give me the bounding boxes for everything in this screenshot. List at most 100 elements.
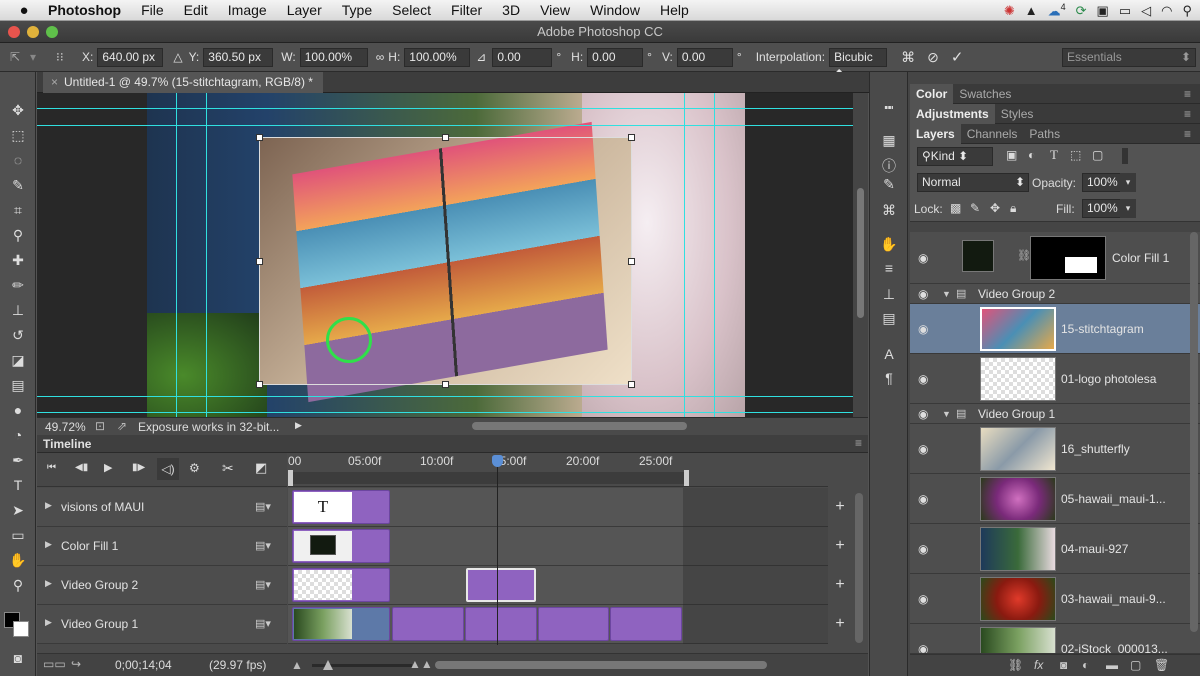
layer-row[interactable]: ◉ 03-hawaii_maui-9... [910, 574, 1200, 624]
relative-position-icon[interactable]: △ [173, 50, 182, 64]
type-tool-icon[interactable]: T [6, 475, 30, 495]
guide-horizontal[interactable] [37, 412, 853, 413]
visibility-eye-icon[interactable]: ◉ [918, 642, 928, 653]
color-panel-menu-icon[interactable]: ≡ [1178, 84, 1197, 104]
new-layer-icon[interactable]: ▢ [1130, 658, 1141, 672]
timeline-vertical-scroll-thumb[interactable] [855, 493, 863, 643]
filter-shape-layers-icon[interactable]: ⬚ [1070, 148, 1081, 162]
canvas-vertical-scrollbar[interactable] [853, 93, 868, 417]
guide-horizontal[interactable] [37, 125, 853, 126]
gradient-tool-icon[interactable]: ▤ [6, 375, 30, 395]
lock-all-icon[interactable]: 🔒︎ [1010, 201, 1016, 216]
split-at-playhead-icon[interactable]: ✂ [222, 460, 234, 477]
visibility-eye-icon[interactable]: ◉ [918, 492, 928, 506]
swatches-dock-icon[interactable]: ▤ [878, 310, 900, 330]
chat-icon[interactable]: ▣ [1097, 3, 1109, 19]
tool-presets-icon[interactable]: ⌘ [878, 202, 900, 222]
guide-vertical[interactable] [206, 93, 207, 417]
layer-filter-kind-select[interactable]: ⚲Kind ⬍ [917, 147, 993, 166]
tab-color[interactable]: Color [910, 84, 954, 104]
transform-handle[interactable] [442, 381, 449, 388]
go-to-first-frame-icon[interactable]: ⏮ [47, 462, 56, 473]
display-icon[interactable]: ▭ [1119, 3, 1131, 19]
video-clip[interactable] [292, 568, 390, 602]
menu-layer[interactable]: Layer [277, 2, 332, 18]
minimize-window-button[interactable] [27, 26, 39, 38]
eyedropper-tool-icon[interactable]: ⚲ [6, 225, 30, 245]
add-media-button[interactable]: + [831, 537, 849, 555]
workspace-select[interactable]: Essentials ⬍ [1062, 47, 1196, 67]
apple-logo-icon[interactable]: ● [0, 2, 48, 19]
properties-panel-icon[interactable]: ▦ [878, 132, 900, 152]
link-layers-icon[interactable]: ⛓ [1008, 658, 1023, 672]
status-export-icon[interactable]: ⇗ [117, 419, 127, 433]
selected-video-clip[interactable] [466, 568, 536, 602]
quick-selection-tool-icon[interactable]: ✎ [6, 175, 30, 195]
new-group-icon[interactable]: ▬ [1106, 658, 1118, 672]
expand-track-icon[interactable]: ▶ [45, 617, 52, 628]
video-clip[interactable] [392, 607, 464, 641]
width-field[interactable]: 100.00% [299, 47, 368, 67]
expand-track-icon[interactable]: ▶ [45, 500, 52, 511]
zoom-in-timeline-icon[interactable]: ▲▲ [409, 657, 433, 671]
lock-transparent-pixels-icon[interactable]: ▩ [950, 201, 961, 215]
eraser-tool-icon[interactable]: ◪ [6, 350, 30, 370]
tab-layers[interactable]: Layers [910, 124, 961, 144]
playhead-handle[interactable] [492, 455, 503, 467]
sync-icon[interactable]: ⟳ [1076, 3, 1087, 19]
transform-handle[interactable] [442, 134, 449, 141]
history-brush-tool-icon[interactable]: ↺ [6, 325, 30, 345]
layers-panel-menu-icon[interactable]: ≡ [1178, 124, 1197, 144]
transition-icon[interactable]: ◩ [255, 460, 267, 476]
v-skew-field[interactable]: 0.00 [676, 47, 733, 67]
lock-position-icon[interactable]: ✥ [990, 201, 1000, 215]
warp-mode-icon[interactable]: ⌘ [901, 49, 915, 66]
cancel-transform-icon[interactable]: ⊘ [927, 49, 939, 66]
paragraph-panel-icon[interactable]: ¶ [878, 370, 900, 390]
height-field[interactable]: 100.00% [404, 47, 471, 67]
track-row[interactable]: ▶ Color Fill 1 ▤▾ [37, 527, 287, 566]
menu-edit[interactable]: Edit [174, 2, 218, 18]
visibility-eye-icon[interactable]: ◉ [918, 287, 928, 301]
work-area-bar[interactable] [288, 472, 686, 484]
lasso-tool-icon[interactable]: ◌ [6, 150, 30, 170]
close-tab-icon[interactable]: × [51, 75, 58, 89]
volume-icon[interactable]: ◁ [1141, 3, 1151, 19]
layer-row[interactable]: ◉ ⛓ Color Fill 1 [910, 232, 1200, 284]
guide-vertical[interactable] [714, 93, 715, 417]
zoom-window-button[interactable] [46, 26, 58, 38]
canvas-scroll-thumb[interactable] [857, 188, 864, 318]
layer-style-icon[interactable]: fx [1034, 658, 1043, 672]
path-selection-tool-icon[interactable]: ➤ [6, 500, 30, 520]
menu-select[interactable]: Select [382, 2, 441, 18]
track-row[interactable]: ▶ visions of MAUI ▤▾ [37, 488, 287, 527]
expand-track-icon[interactable]: ▶ [45, 539, 52, 550]
visibility-eye-icon[interactable]: ◉ [918, 442, 928, 456]
video-clip[interactable] [292, 529, 390, 563]
track-film-icon[interactable]: ▤▾ [255, 617, 271, 630]
fill-field[interactable]: 100% [1082, 199, 1122, 218]
guide-vertical[interactable] [684, 93, 685, 417]
layer-row[interactable]: ◉ 16_shutterfly [910, 424, 1200, 474]
transform-handle[interactable] [256, 381, 263, 388]
add-media-button[interactable]: + [831, 576, 849, 594]
brush-panel-icon[interactable]: ✋ [878, 236, 900, 256]
play-icon[interactable]: ▶ [104, 461, 112, 474]
tool-preset-picker-icon[interactable]: ▾ [30, 50, 56, 64]
work-area-start-handle[interactable] [288, 470, 293, 486]
menu-window[interactable]: Window [580, 2, 650, 18]
visibility-eye-icon[interactable]: ◉ [918, 322, 928, 336]
new-adjustment-layer-icon[interactable]: ◐ [1082, 658, 1089, 672]
crop-tool-icon[interactable]: ⌗ [6, 200, 30, 220]
filter-smart-objects-icon[interactable]: ▢ [1092, 148, 1103, 162]
tab-styles[interactable]: Styles [995, 104, 1040, 124]
tab-swatches[interactable]: Swatches [953, 84, 1017, 104]
link-aspect-icon[interactable]: ∞ [376, 50, 385, 64]
visibility-eye-icon[interactable]: ◉ [918, 592, 928, 606]
transform-handle[interactable] [256, 258, 263, 265]
tab-channels[interactable]: Channels [961, 124, 1024, 144]
transform-handle[interactable] [628, 134, 635, 141]
delete-layer-icon[interactable]: 🗑︎ [1154, 658, 1169, 672]
close-window-button[interactable] [8, 26, 20, 38]
playhead-line[interactable] [497, 457, 498, 645]
